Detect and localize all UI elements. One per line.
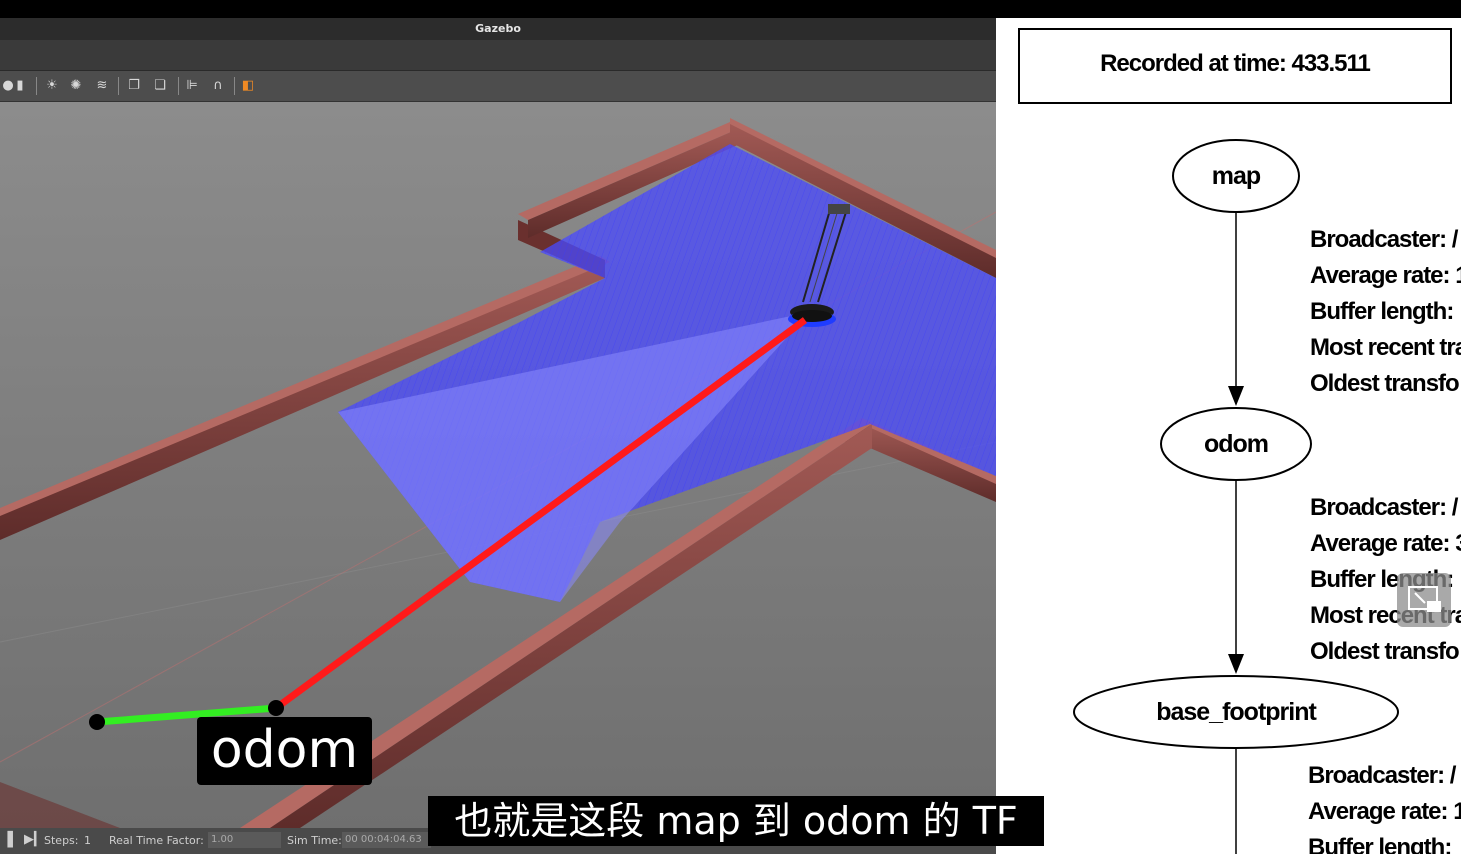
spot-light-icon[interactable]: ✺ [68,78,84,94]
toolbar-divider [178,77,179,95]
steps-value[interactable]: 1 [84,834,91,847]
window-title: Gazebo [0,18,996,40]
video-subtitle: 也就是这段 map 到 odom 的 TF [428,796,1044,846]
directional-light-icon[interactable]: ≋ [94,78,110,94]
node-map: map [1211,162,1261,190]
edge3-broadcaster: Broadcaster: / [1308,762,1456,789]
gazebo-window: Gazebo ● ▮ ☀ ✺ ≋ ❐ ❏ ⊫ ∩ ◧ ▐ ▶▎ Steps: 1… [0,18,996,854]
snap-icon[interactable]: ∩ [210,78,226,94]
rtf-value: 1.00 [208,832,281,848]
scene-render [0,102,996,828]
node-odom: odom [1203,430,1269,458]
edge1-buffer: Buffer length: [1310,298,1454,325]
point-light-icon[interactable]: ☀ [44,78,60,94]
cylinder-icon[interactable]: ▮ [12,78,28,94]
picture-in-picture-icon[interactable] [1397,573,1451,627]
tf-point [89,714,105,730]
toolbar-divider [36,77,37,95]
odom-caption: odom [197,717,372,785]
edge3-buffer: Buffer length: [1308,834,1452,854]
copy-icon[interactable]: ❐ [126,78,142,94]
pause-icon[interactable]: ▐ [2,832,13,848]
view-angle-icon[interactable]: ◧ [240,78,256,94]
tf-tree-graph: Recorded at time: 433.511 map odom base_… [996,18,1461,854]
node-base-footprint: base_footprint [1156,698,1317,726]
edge1-recent: Most recent tra [1310,334,1461,361]
top-black-bar [0,0,1461,18]
steps-label: Steps: [44,834,79,847]
paste-icon[interactable]: ❏ [152,78,168,94]
tf-point [268,700,284,716]
step-icon[interactable]: ▶▎ [24,832,44,847]
sim-time-value: 00 00:04:04.63 [342,832,431,848]
align-icon[interactable]: ⊫ [184,78,200,94]
edge2-broadcaster: Broadcaster: / [1310,494,1458,521]
toolbar: ● ▮ ☀ ✺ ≋ ❐ ❏ ⊫ ∩ ◧ [0,71,996,102]
rtf-label: Real Time Factor: [109,834,204,847]
edge2-rate: Average rate: 3 [1310,530,1461,557]
menu-bar [0,40,996,71]
3d-viewport[interactable] [0,102,996,828]
sim-time-label: Sim Time: [287,834,342,847]
edge1-broadcaster: Broadcaster: / [1310,226,1458,253]
edge1-rate: Average rate: 1 [1310,262,1461,289]
edge2-oldest: Oldest transfo [1310,638,1460,665]
edge1-oldest: Oldest transfo [1310,370,1460,397]
toolbar-divider [118,77,119,95]
toolbar-divider [234,77,235,95]
edge3-rate: Average rate: 1 [1308,798,1461,825]
